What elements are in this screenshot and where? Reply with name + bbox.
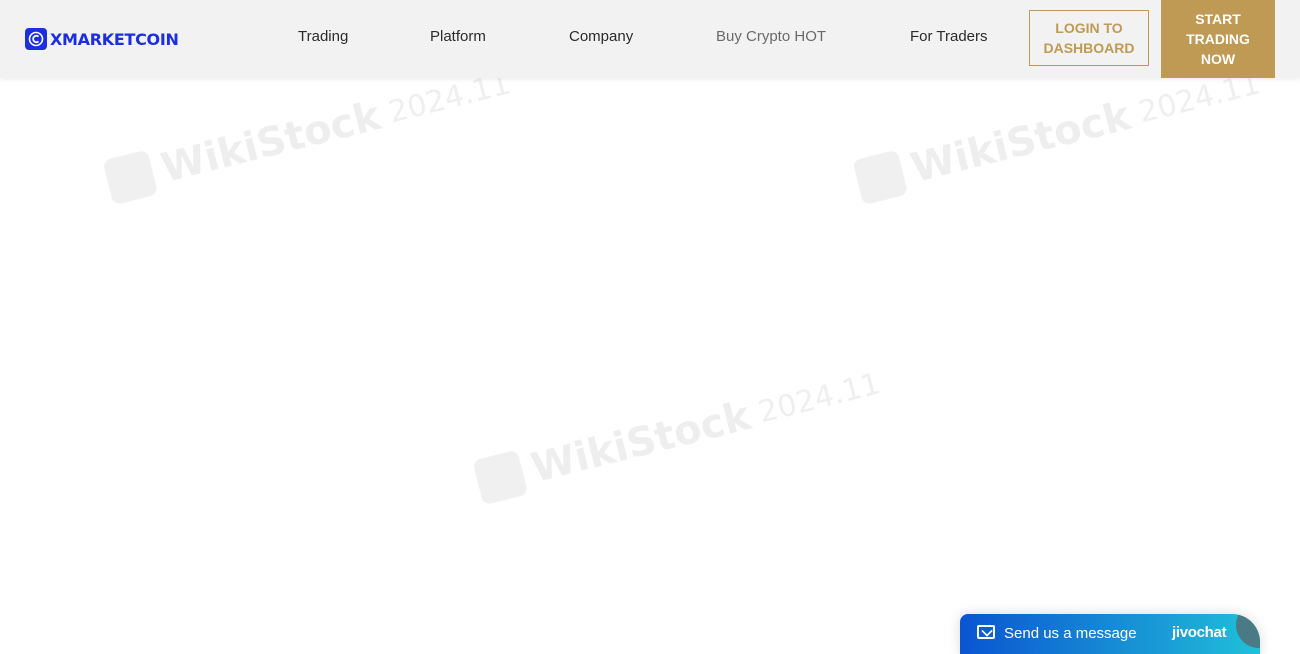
brand-logo[interactable]: XMARKETCOIN [25, 28, 179, 50]
wikistock-logo-icon [852, 149, 909, 206]
coin-logo-icon [25, 28, 47, 50]
site-header: XMARKETCOIN Trading Platform Company Buy… [0, 0, 1300, 78]
chat-label[interactable]: Send us a message [1004, 625, 1137, 642]
wikistock-logo-icon [102, 149, 159, 206]
watermark-word: WikiStock [906, 92, 1136, 192]
wikistock-logo-icon [472, 449, 529, 506]
nav-company[interactable]: Company [569, 28, 633, 45]
watermark-word: WikiStock [526, 392, 756, 492]
chat-widget[interactable]: Send us a message jivochat [960, 614, 1260, 654]
nav-buy-crypto[interactable]: Buy Crypto HOT [716, 28, 826, 45]
nav-platform[interactable]: Platform [430, 28, 486, 45]
watermark-date: 2024.11 [755, 365, 884, 430]
watermark: WikiStock 2024.11 [102, 61, 515, 206]
jivochat-logo: jivochat [1172, 624, 1227, 641]
watermark: WikiStock 2024.11 [852, 61, 1265, 206]
envelope-icon [977, 625, 995, 639]
start-trading-button[interactable]: START TRADING NOW [1161, 0, 1275, 78]
watermark: WikiStock 2024.11 [472, 361, 885, 506]
chat-corner-decoration [1236, 614, 1260, 648]
login-dashboard-button[interactable]: LOGIN TO DASHBOARD [1029, 10, 1149, 66]
nav-for-traders[interactable]: For Traders [910, 28, 988, 45]
brand-name: XMARKETCOIN [50, 29, 179, 49]
watermark-word: WikiStock [156, 92, 386, 192]
nav-trading[interactable]: Trading [298, 28, 348, 45]
